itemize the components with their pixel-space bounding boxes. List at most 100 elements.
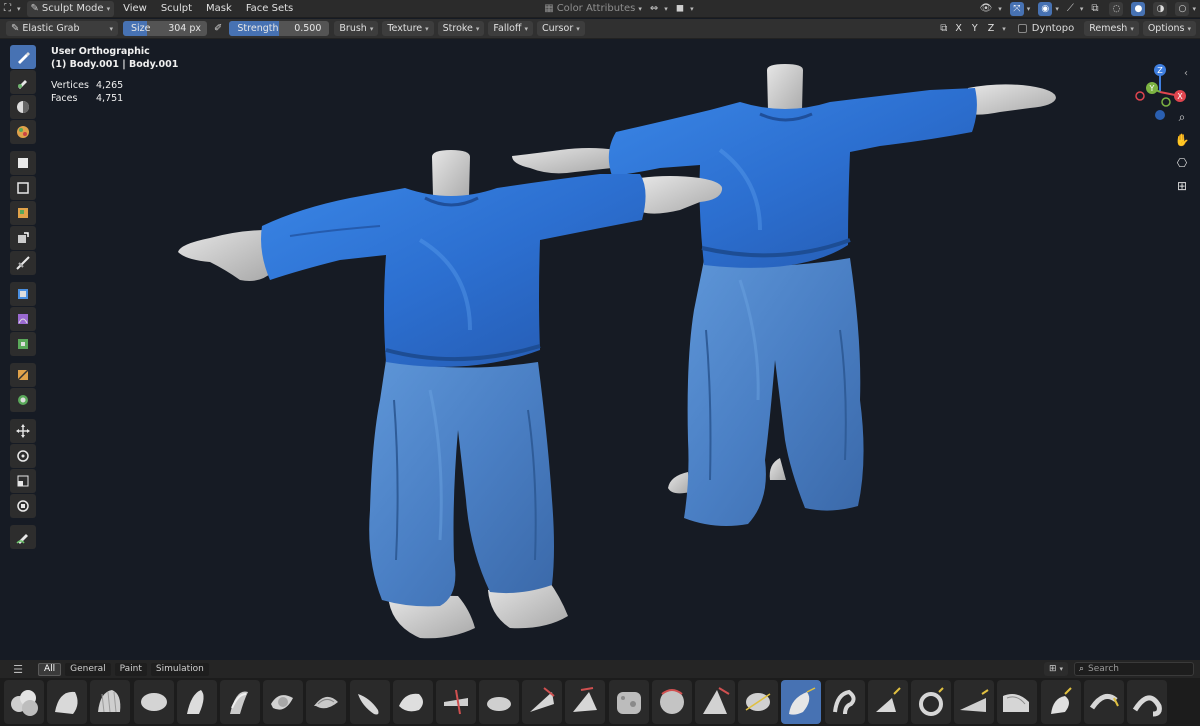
brush-asset-19[interactable] [781, 680, 822, 724]
tool-box-face-set[interactable] [10, 201, 36, 225]
zoom-icon[interactable]: ⌕ [1173, 108, 1191, 126]
tool-rotate[interactable] [10, 444, 36, 468]
brush-asset-9[interactable] [349, 680, 390, 724]
tool-line-project[interactable] [10, 251, 36, 275]
brush-asset-18[interactable] [738, 680, 779, 724]
shelf-tab-simulation[interactable]: Simulation [150, 662, 209, 676]
gizmo-neg-y-axis[interactable] [1161, 97, 1171, 107]
3d-viewport[interactable]: User Orthographic (1) Body.001 | Body.00… [0, 40, 1200, 660]
cursor-dropdown[interactable]: Cursor ▾ [537, 21, 585, 36]
symmetry-dropdown[interactable]: ⇔ ▾ [646, 1, 672, 17]
tool-box-hide[interactable] [10, 176, 36, 200]
tool-color-filter[interactable] [10, 332, 36, 356]
camera-icon[interactable]: ⎔ [1173, 154, 1191, 172]
menu-mask[interactable]: Mask [199, 3, 239, 14]
brush-asset-23[interactable] [954, 680, 995, 724]
size-field[interactable]: Size 304 px [123, 21, 207, 36]
strength-field[interactable]: Strength 0.500 [229, 21, 330, 36]
brush-asset-22[interactable] [910, 680, 951, 724]
tool-mesh-filter[interactable] [10, 282, 36, 306]
gizmo-toggle[interactable]: ⤧ ▾ [1006, 1, 1035, 17]
shading-solid[interactable]: ● [1127, 1, 1149, 17]
menu-face-sets[interactable]: Face Sets [239, 3, 300, 14]
remesh-dropdown[interactable]: Remesh ▾ [1084, 21, 1139, 36]
falloff-dropdown[interactable]: Falloff ▾ [488, 21, 533, 36]
brush-asset-2[interactable] [47, 680, 88, 724]
brush-asset-14[interactable] [565, 680, 606, 724]
tool-cloth-filter[interactable] [10, 307, 36, 331]
brush-asset-12[interactable] [479, 680, 520, 724]
tool-mask[interactable] [10, 95, 36, 119]
brush-asset-5[interactable] [176, 680, 217, 724]
tool-mask-by-color[interactable] [10, 388, 36, 412]
display-mode-dropdown[interactable]: ◼ ▾ [672, 1, 698, 17]
brush-asset-24[interactable] [997, 680, 1038, 724]
hamburger-menu-icon[interactable]: ☰ [10, 663, 26, 676]
menu-sculpt[interactable]: Sculpt [154, 3, 199, 14]
shading-rendered[interactable]: ○ ▾ [1171, 1, 1200, 17]
tool-draw-brush[interactable] [10, 45, 36, 69]
brush-asset-3[interactable] [90, 680, 131, 724]
shelf-tab-general[interactable]: General [65, 662, 111, 676]
tool-annotate[interactable] [10, 525, 36, 549]
shading-wireframe[interactable]: ◌ [1105, 1, 1127, 17]
symmetry-options-chevron[interactable]: ▾ [1002, 25, 1006, 33]
xray-toggle[interactable]: ⧉ [1087, 1, 1105, 17]
axis-z-toggle[interactable]: Z [983, 23, 1000, 34]
display-mode-toggle[interactable]: ⊞ ▾ [1044, 662, 1068, 676]
dyntopo-toggle[interactable]: Dyntopo [1014, 21, 1078, 37]
shelf-search-input[interactable]: ⌕ Search [1074, 662, 1194, 676]
brush-dropdown[interactable]: Brush ▾ [334, 21, 379, 36]
brush-asset-27[interactable] [1126, 680, 1167, 724]
brush-asset-17[interactable] [695, 680, 735, 724]
menu-view[interactable]: View [116, 3, 154, 14]
overlays-toggle[interactable]: ◉ ▾ [1034, 1, 1063, 17]
tool-box-mask[interactable] [10, 151, 36, 175]
mode-dropdown[interactable]: ✎ Sculpt Mode ▾ [26, 0, 115, 17]
sidebar-toggle-icon[interactable]: ‹ [1184, 68, 1188, 79]
brush-asset-15[interactable] [608, 680, 649, 724]
stroke-dropdown[interactable]: Stroke ▾ [437, 21, 485, 36]
figure-front[interactable] [178, 150, 723, 639]
brush-asset-11[interactable] [435, 680, 476, 724]
brush-asset-10[interactable] [392, 680, 433, 724]
gizmo-neg-x-axis[interactable] [1135, 91, 1145, 101]
sculpt-scene[interactable] [0, 40, 1200, 660]
pressure-size-icon[interactable]: ✐ [214, 23, 222, 34]
brush-asset-1[interactable] [4, 680, 44, 724]
brush-asset-26[interactable] [1083, 680, 1124, 724]
brush-asset-4[interactable] [133, 680, 174, 724]
tool-box-trim[interactable] [10, 226, 36, 250]
tool-edit-face-set[interactable] [10, 363, 36, 387]
options-dropdown[interactable]: Options ▾ [1142, 21, 1196, 36]
shelf-tab-paint[interactable]: Paint [114, 662, 147, 676]
brush-asset-13[interactable] [522, 680, 563, 724]
brush-asset-20[interactable] [824, 680, 865, 724]
mesh-edit-overlay[interactable]: ⟋ ▾ [1063, 1, 1088, 17]
shading-material[interactable]: ◑ [1149, 1, 1171, 17]
visibility-dropdown[interactable]: 👁 ▾ [976, 1, 1006, 17]
dyntopo-checkbox[interactable] [1017, 24, 1027, 33]
brush-asset-16[interactable] [651, 680, 692, 724]
brush-asset-7[interactable] [263, 680, 304, 724]
texture-dropdown[interactable]: Texture ▾ [382, 21, 434, 36]
brush-asset-25[interactable] [1040, 680, 1081, 724]
brush-asset-8[interactable] [306, 680, 347, 724]
brush-asset-6[interactable] [219, 680, 260, 724]
brush-selector[interactable]: ✎ Elastic Grab ▾ [6, 21, 118, 36]
axis-y-toggle[interactable]: Y [967, 23, 983, 34]
gizmo-neg-z-axis[interactable] [1155, 110, 1165, 120]
figure-back[interactable] [512, 64, 1056, 526]
tool-transform[interactable] [10, 494, 36, 518]
tool-paint[interactable] [10, 70, 36, 94]
pan-hand-icon[interactable]: ✋ [1173, 131, 1191, 149]
editor-type-button[interactable]: ⛶ ▾ [0, 1, 25, 17]
axis-x-toggle[interactable]: X [950, 23, 967, 34]
tool-move[interactable] [10, 419, 36, 443]
tool-scale[interactable] [10, 469, 36, 493]
brush-asset-21[interactable] [867, 680, 908, 724]
shelf-tab-all[interactable]: All [38, 662, 62, 676]
grid-perspective-icon[interactable]: ⊞ [1173, 177, 1191, 195]
color-attributes-dropdown[interactable]: ▦ Color Attributes ▾ [540, 1, 646, 17]
tool-face-set[interactable] [10, 120, 36, 144]
